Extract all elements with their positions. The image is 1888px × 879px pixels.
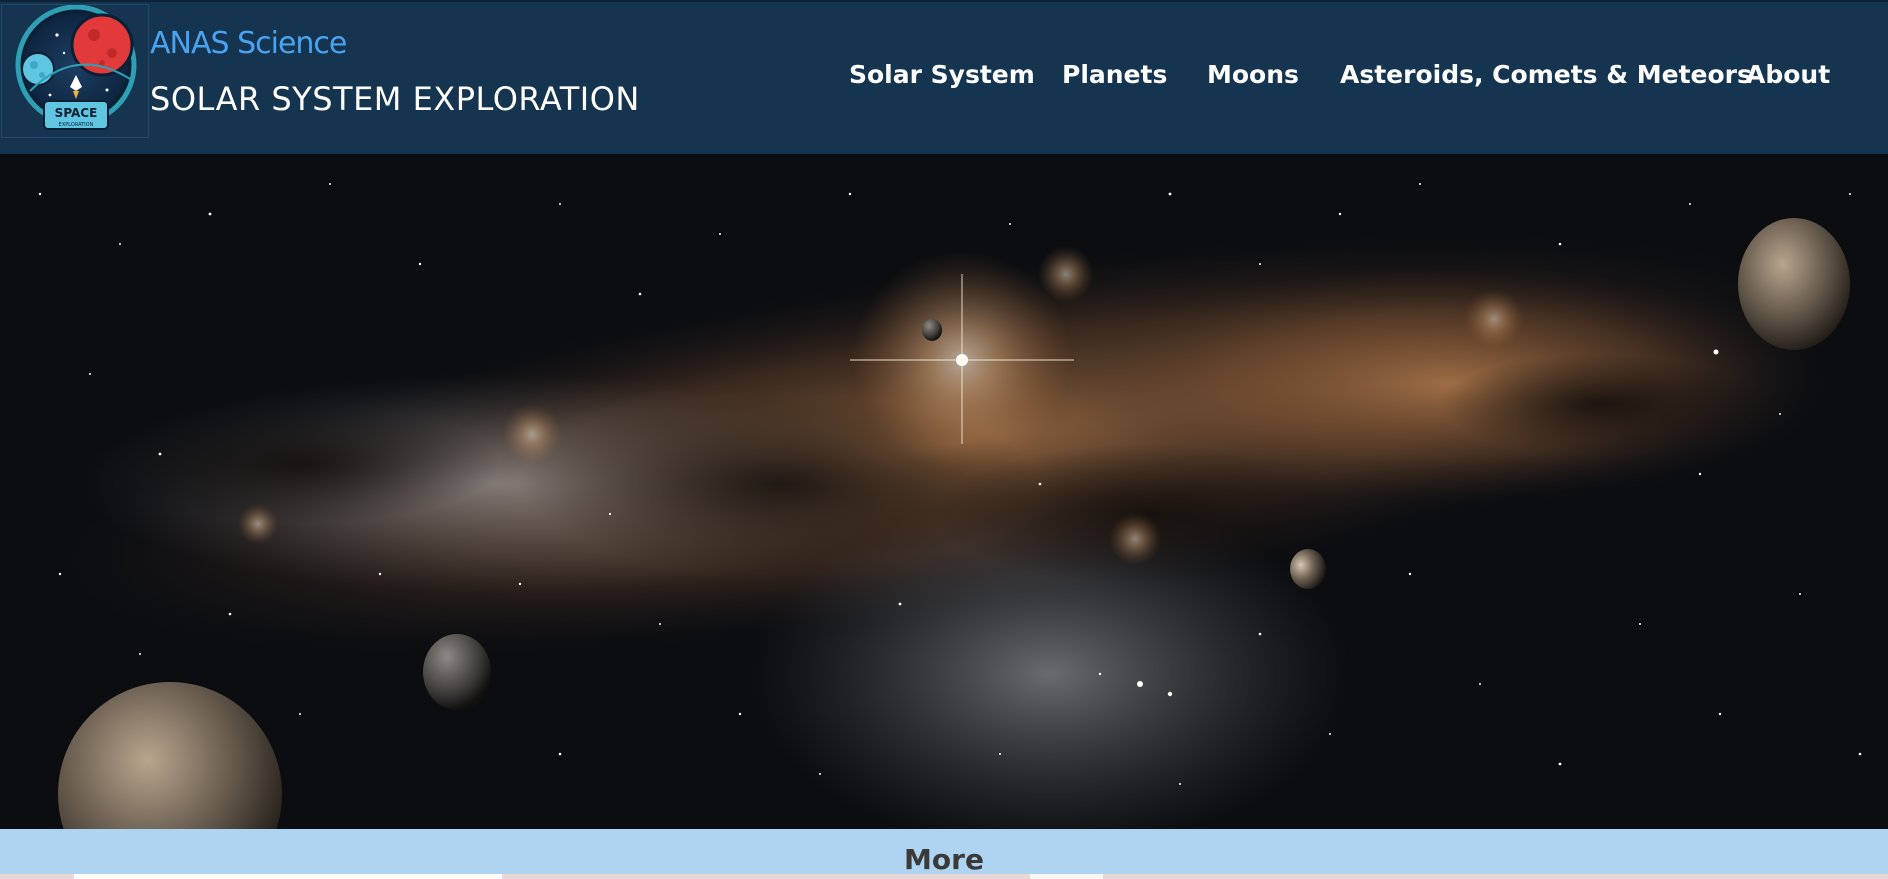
main-nav: Solar System Planets Moons Asteroids, Co…	[0, 60, 1888, 100]
hero-banner	[0, 154, 1888, 829]
nav-about[interactable]: About	[1746, 60, 1830, 89]
nav-planets[interactable]: Planets	[1062, 60, 1167, 89]
content-card[interactable]	[1030, 874, 1103, 879]
brand-name[interactable]: ANAS Science	[150, 26, 347, 61]
nav-solar-system[interactable]: Solar System	[849, 60, 1035, 89]
more-section: More	[0, 829, 1888, 875]
site-header: SPACE EXPLORATION ANAS Science SOLAR SYS…	[0, 0, 1888, 154]
badge-subtext: EXPLORATION	[59, 122, 94, 128]
more-heading[interactable]: More	[904, 845, 984, 875]
content-card[interactable]	[74, 874, 502, 879]
milky-way-galaxy-image	[0, 154, 1888, 829]
nav-asteroids-comets-meteors[interactable]: Asteroids, Comets & Meteors	[1340, 60, 1752, 89]
badge-text: SPACE	[55, 106, 98, 120]
nav-moons[interactable]: Moons	[1207, 60, 1299, 89]
